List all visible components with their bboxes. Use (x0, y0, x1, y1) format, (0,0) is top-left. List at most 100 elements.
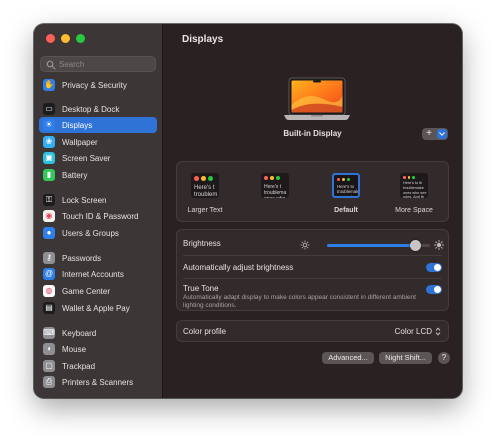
sidebar-item-label: Privacy & Security (62, 80, 127, 90)
sidebar-item-users-groups[interactable]: ● Users & Groups (39, 225, 157, 241)
displays-pane: Displays Built-in Display + Here's t tro… (163, 24, 462, 398)
resolution-option-2[interactable]: Here's ttroublemaones who (261, 173, 289, 198)
sidebar-item-label: Keyboard (62, 328, 97, 338)
auto-brightness-toggle[interactable] (426, 263, 442, 272)
sidebar-item-label: Lock Screen (62, 195, 107, 205)
color-profile-label: Color profile (183, 327, 227, 336)
key-icon: ⚷ (43, 252, 55, 264)
resolution-option-1[interactable]: Here's t troublem (191, 173, 219, 198)
page-title: Displays (182, 34, 224, 45)
sidebar-item-desktop-dock[interactable]: ▭ Desktop & Dock (39, 101, 157, 117)
sidebar-item-label: Game Center (62, 286, 111, 296)
color-profile-value: Color LCD (394, 327, 432, 336)
sidebar-item-mouse[interactable]: ◖ Mouse (39, 341, 157, 357)
sidebar-item-passwords[interactable]: ⚷ Passwords (39, 250, 157, 266)
trackpad-icon: ▢ (43, 360, 55, 372)
hand-icon: ✋ (43, 79, 55, 91)
keyboard-icon: ⌨ (43, 327, 55, 339)
window-dots-icon (264, 176, 280, 180)
sidebar-item-label: Desktop & Dock (62, 104, 120, 114)
sidebar-item-printers-scanners[interactable]: ⎙ Printers & Scanners (39, 374, 157, 390)
users-icon: ● (43, 227, 55, 239)
resolution-options: Here's t troublem Larger Text Here's t troub… (176, 161, 449, 222)
true-tone-label: True Tone (183, 284, 219, 293)
game-center-icon: ◍ (43, 285, 55, 297)
divider (183, 278, 442, 279)
sidebar-item-displays[interactable]: ☀ Displays (39, 117, 157, 133)
zoom-button[interactable] (76, 34, 85, 43)
sidebar-item-screen-saver[interactable]: ▣ Screen Saver (39, 150, 157, 166)
close-button[interactable] (46, 34, 55, 43)
search-field[interactable] (40, 56, 156, 72)
fingerprint-icon: ◉ (43, 210, 55, 222)
brightness-label: Brightness (183, 239, 221, 248)
sidebar-item-label: Passwords (62, 253, 102, 263)
advanced-button[interactable]: Advanced... (322, 352, 374, 364)
sidebar-item-wallet-apple-pay[interactable]: ▤ Wallet & Apple Pay (39, 300, 157, 316)
resolution-option-3[interactable]: Here's totroublemakersones who see (332, 173, 360, 198)
preview-text: rules. And th (403, 195, 425, 198)
battery-icon: ▮ (43, 169, 55, 181)
night-shift-button[interactable]: Night Shift... (379, 352, 432, 364)
sidebar-item-label: Wallpaper (62, 137, 98, 147)
system-settings-window: ✋ Privacy & Security ▭ Desktop & Dock ☀ Displ… (34, 24, 462, 398)
printer-icon: ⎙ (43, 376, 55, 388)
sidebar-item-label: Users & Groups (62, 228, 119, 238)
mouse-icon: ◖ (43, 343, 55, 355)
window-controls (46, 34, 85, 43)
window-dots-icon (194, 176, 213, 181)
dock-icon: ▭ (43, 103, 55, 115)
sidebar: ✋ Privacy & Security ▭ Desktop & Dock ☀ Displ… (34, 24, 163, 398)
sidebar-item-wallpaper[interactable]: ❀ Wallpaper (39, 134, 157, 150)
screen-saver-icon: ▣ (43, 152, 55, 164)
sidebar-item-label: Battery (62, 170, 88, 180)
sidebar-item-touch-id-password[interactable]: ◉ Touch ID & Password (39, 208, 157, 224)
search-input[interactable] (59, 58, 151, 71)
sidebar-item-privacy-security[interactable]: ✋ Privacy & Security (39, 77, 157, 93)
brightness-slider-knob[interactable] (410, 240, 422, 251)
toggle-knob (434, 286, 441, 293)
preview-text: troublemakers (337, 189, 359, 195)
color-profile-row[interactable]: Color profile Color LCD (176, 320, 449, 342)
preview-text: troublem (194, 192, 218, 198)
preview-text: Here's to th (403, 181, 423, 185)
minimize-button[interactable] (61, 34, 70, 43)
preview-text: ones who see (403, 190, 427, 195)
resolution-option-4[interactable]: Here's to th troublemake ones who see rules… (400, 173, 428, 198)
updown-chevron-icon (435, 327, 441, 336)
auto-brightness-label: Automatically adjust brightness (183, 263, 294, 272)
sidebar-item-label: Screen Saver (62, 153, 111, 163)
preview-text: troublemake (403, 185, 424, 190)
add-display-button[interactable]: + (422, 128, 448, 140)
sidebar-item-label: Touch ID & Password (62, 211, 139, 221)
flower-icon: ❀ (43, 136, 55, 148)
sidebar-item-game-center[interactable]: ◍ Game Center (39, 283, 157, 299)
sidebar-item-label: Displays (62, 120, 93, 130)
lock-icon: ⚿ (43, 194, 55, 206)
chevron-down-icon[interactable] (437, 129, 447, 139)
sidebar-item-trackpad[interactable]: ▢ Trackpad (39, 358, 157, 374)
brightness-slider[interactable] (327, 240, 430, 251)
resolution-label: More Space (395, 207, 433, 214)
color-profile-select[interactable]: Color LCD (395, 327, 441, 336)
true-tone-toggle[interactable] (426, 285, 442, 294)
sidebar-item-label: Wallet & Apple Pay (62, 303, 130, 313)
sun-icon: ☀ (43, 119, 55, 131)
sidebar-item-label: Trackpad (62, 361, 96, 371)
divider (183, 255, 442, 256)
toggle-knob (434, 264, 441, 271)
preview-text: Here's to (337, 184, 355, 189)
help-button[interactable]: ? (438, 352, 450, 364)
sidebar-item-keyboard[interactable]: ⌨ Keyboard (39, 325, 157, 341)
sun-large-icon (434, 240, 444, 250)
sidebar-item-battery[interactable]: ▮ Battery (39, 167, 157, 183)
preview-text: ones who see (337, 194, 359, 198)
at-icon: @ (43, 268, 55, 280)
sun-small-icon (300, 240, 310, 250)
preview-text: ones who (264, 196, 285, 198)
sidebar-item-label: Internet Accounts (62, 269, 124, 279)
sidebar-item-lock-screen[interactable]: ⚿ Lock Screen (39, 192, 157, 208)
sidebar-item-internet-accounts[interactable]: @ Internet Accounts (39, 266, 157, 282)
brightness-slider-fill (327, 244, 416, 247)
laptop-icon (284, 77, 350, 120)
